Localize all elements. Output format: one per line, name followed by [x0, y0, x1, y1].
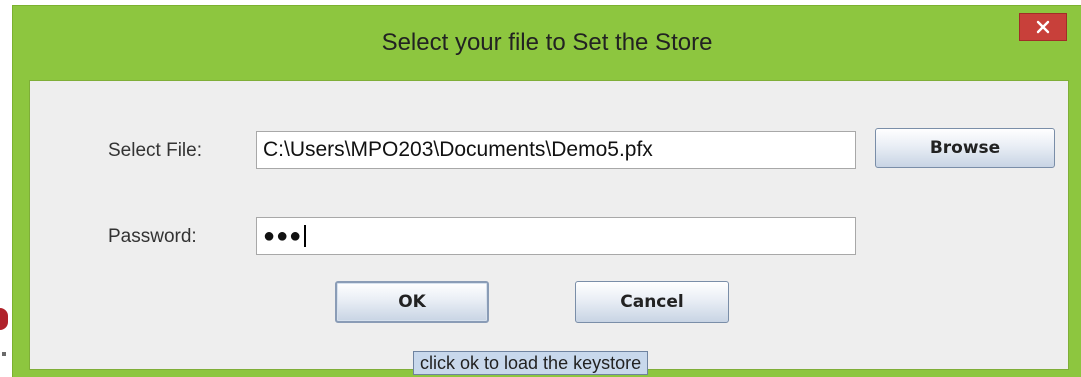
close-icon: [1036, 20, 1050, 34]
tooltip: click ok to load the keystore: [413, 351, 649, 375]
password-label: Password:: [108, 226, 197, 247]
cancel-button[interactable]: Cancel: [575, 281, 729, 323]
dialog-window: Select your file to Set the Store Select…: [12, 5, 1081, 377]
background-mark: [2, 352, 6, 356]
title-bar[interactable]: Select your file to Set the Store: [13, 6, 1081, 76]
file-path-field[interactable]: C:\Users\MPO203\Documents\Demo5.pfx: [256, 131, 856, 169]
password-field[interactable]: ●●●: [256, 217, 856, 255]
browse-button[interactable]: Browse: [875, 128, 1055, 168]
password-mask: ●●●: [263, 225, 303, 247]
ok-button[interactable]: OK: [335, 281, 489, 323]
text-caret: [304, 225, 307, 247]
background-fragment: [0, 300, 10, 377]
window-title: Select your file to Set the Store: [381, 29, 713, 56]
select-file-label: Select File:: [108, 140, 202, 161]
background-red-shape: [0, 308, 8, 330]
close-button[interactable]: [1019, 13, 1067, 41]
screen: Select your file to Set the Store Select…: [0, 0, 1081, 377]
dialog-content: Select File: C:\Users\MPO203\Documents\D…: [29, 80, 1069, 375]
